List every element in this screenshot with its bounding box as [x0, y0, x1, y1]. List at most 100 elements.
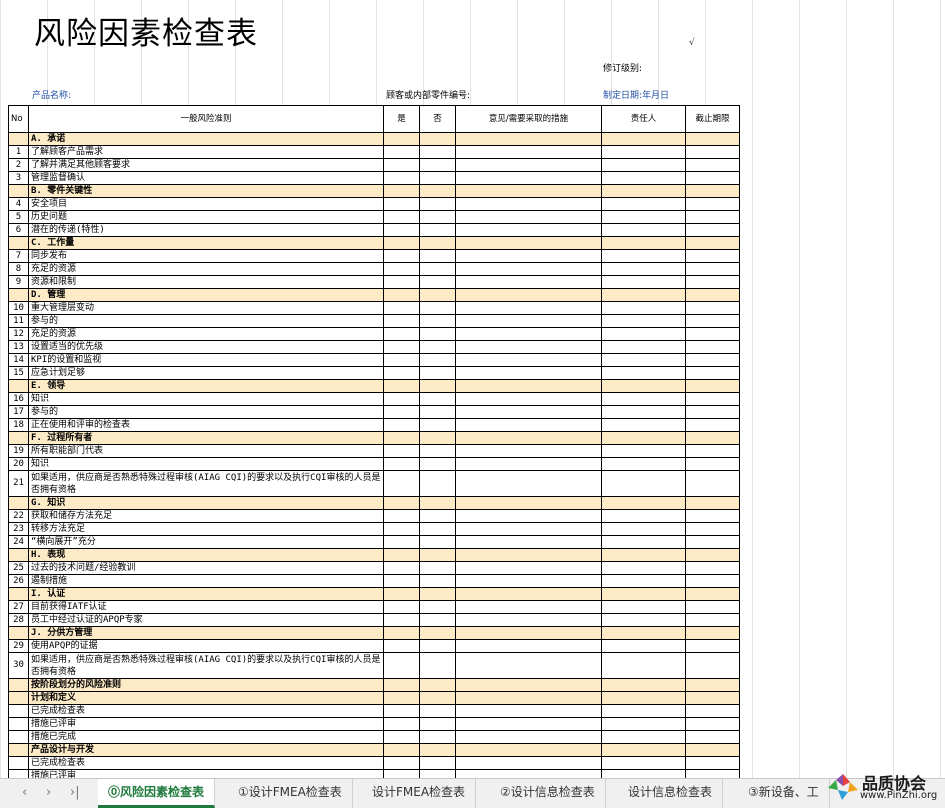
- owner-cell[interactable]: [601, 210, 686, 224]
- no-cell[interactable]: [419, 197, 456, 211]
- deadline-cell[interactable]: [685, 249, 740, 263]
- deadline-cell[interactable]: [685, 145, 740, 159]
- section-empty-cell[interactable]: [601, 626, 686, 640]
- spreadsheet-area[interactable]: 风险因素检查表 √ 修订级别: 产品名称: 顾客或内部零件编号: 制定日期:年月…: [0, 0, 945, 778]
- section-empty-cell[interactable]: [383, 288, 420, 302]
- row-number[interactable]: 22: [8, 509, 29, 523]
- owner-cell[interactable]: [601, 340, 686, 354]
- section-empty-cell[interactable]: [455, 548, 602, 562]
- section-empty-cell[interactable]: [685, 184, 740, 198]
- owner-cell[interactable]: [601, 366, 686, 380]
- row-number[interactable]: 15: [8, 366, 29, 380]
- section-empty-cell[interactable]: [601, 496, 686, 510]
- no-cell[interactable]: [419, 561, 456, 575]
- yes-cell[interactable]: [383, 613, 420, 627]
- section-no-cell[interactable]: [8, 496, 29, 510]
- section-empty-cell[interactable]: [419, 379, 456, 393]
- row-number[interactable]: 19: [8, 444, 29, 458]
- owner-cell[interactable]: [601, 522, 686, 536]
- sheet-tab[interactable]: ①设计FMEA检查表: [228, 779, 353, 808]
- opinion-cell[interactable]: [455, 249, 602, 263]
- yes-cell[interactable]: [383, 574, 420, 588]
- criteria-text[interactable]: 知识: [28, 392, 384, 406]
- row-number[interactable]: 17: [8, 405, 29, 419]
- section-title[interactable]: 产品设计与开发: [28, 743, 384, 757]
- section-empty-cell[interactable]: [601, 184, 686, 198]
- section-empty-cell[interactable]: [685, 626, 740, 640]
- row-number[interactable]: 18: [8, 418, 29, 432]
- section-empty-cell[interactable]: [685, 288, 740, 302]
- criteria-text[interactable]: 参与的: [28, 405, 384, 419]
- section-no-cell[interactable]: [8, 132, 29, 146]
- opinion-cell[interactable]: [455, 405, 602, 419]
- tab-scroll-left-icon[interactable]: ‹: [22, 785, 27, 800]
- row-number[interactable]: [8, 704, 29, 718]
- section-empty-cell[interactable]: [455, 288, 602, 302]
- opinion-cell[interactable]: [455, 158, 602, 172]
- opinion-cell[interactable]: [455, 704, 602, 718]
- section-empty-cell[interactable]: [455, 496, 602, 510]
- opinion-cell[interactable]: [455, 522, 602, 536]
- deadline-cell[interactable]: [685, 704, 740, 718]
- section-no-cell[interactable]: [8, 691, 29, 705]
- no-cell[interactable]: [419, 392, 456, 406]
- section-no-cell[interactable]: [8, 431, 29, 445]
- section-empty-cell[interactable]: [383, 431, 420, 445]
- section-empty-cell[interactable]: [383, 184, 420, 198]
- section-empty-cell[interactable]: [685, 236, 740, 250]
- section-empty-cell[interactable]: [685, 678, 740, 692]
- section-title[interactable]: C. 工作量: [28, 236, 384, 250]
- criteria-text[interactable]: 员工中经过认证的APQP专家: [28, 613, 384, 627]
- criteria-text[interactable]: 措施已完成: [28, 730, 384, 744]
- criteria-text[interactable]: 了解顾客产品需求: [28, 145, 384, 159]
- section-empty-cell[interactable]: [419, 691, 456, 705]
- criteria-text[interactable]: 知识: [28, 457, 384, 471]
- row-number[interactable]: 4: [8, 197, 29, 211]
- owner-cell[interactable]: [601, 717, 686, 731]
- criteria-text[interactable]: 正在使用和评审的检查表: [28, 418, 384, 432]
- criteria-text[interactable]: “横向展开”充分: [28, 535, 384, 549]
- no-cell[interactable]: [419, 171, 456, 185]
- row-number[interactable]: 24: [8, 535, 29, 549]
- row-number[interactable]: 5: [8, 210, 29, 224]
- no-cell[interactable]: [419, 301, 456, 315]
- yes-cell[interactable]: [383, 509, 420, 523]
- deadline-cell[interactable]: [685, 262, 740, 276]
- section-empty-cell[interactable]: [383, 678, 420, 692]
- opinion-cell[interactable]: [455, 275, 602, 289]
- deadline-cell[interactable]: [685, 314, 740, 328]
- row-number[interactable]: 26: [8, 574, 29, 588]
- deadline-cell[interactable]: [685, 171, 740, 185]
- section-title[interactable]: 按阶段划分的风险准则: [28, 678, 384, 692]
- section-empty-cell[interactable]: [419, 743, 456, 757]
- section-empty-cell[interactable]: [685, 379, 740, 393]
- no-cell[interactable]: [419, 262, 456, 276]
- no-cell[interactable]: [419, 600, 456, 614]
- owner-cell[interactable]: [601, 223, 686, 237]
- owner-cell[interactable]: [601, 353, 686, 367]
- opinion-cell[interactable]: [455, 574, 602, 588]
- section-empty-cell[interactable]: [419, 288, 456, 302]
- owner-cell[interactable]: [601, 509, 686, 523]
- opinion-cell[interactable]: [455, 457, 602, 471]
- yes-cell[interactable]: [383, 704, 420, 718]
- sheet-tab[interactable]: ③新设备、工: [738, 779, 830, 808]
- yes-cell[interactable]: [383, 145, 420, 159]
- owner-cell[interactable]: [601, 145, 686, 159]
- section-title[interactable]: D. 管理: [28, 288, 384, 302]
- deadline-cell[interactable]: [685, 457, 740, 471]
- yes-cell[interactable]: [383, 457, 420, 471]
- row-number[interactable]: 8: [8, 262, 29, 276]
- deadline-cell[interactable]: [685, 158, 740, 172]
- opinion-cell[interactable]: [455, 600, 602, 614]
- section-no-cell[interactable]: [8, 743, 29, 757]
- section-title[interactable]: I. 认证: [28, 587, 384, 601]
- section-empty-cell[interactable]: [383, 132, 420, 146]
- owner-cell[interactable]: [601, 730, 686, 744]
- owner-cell[interactable]: [601, 756, 686, 770]
- deadline-cell[interactable]: [685, 535, 740, 549]
- section-empty-cell[interactable]: [419, 678, 456, 692]
- section-empty-cell[interactable]: [383, 496, 420, 510]
- no-cell[interactable]: [419, 444, 456, 458]
- section-empty-cell[interactable]: [383, 626, 420, 640]
